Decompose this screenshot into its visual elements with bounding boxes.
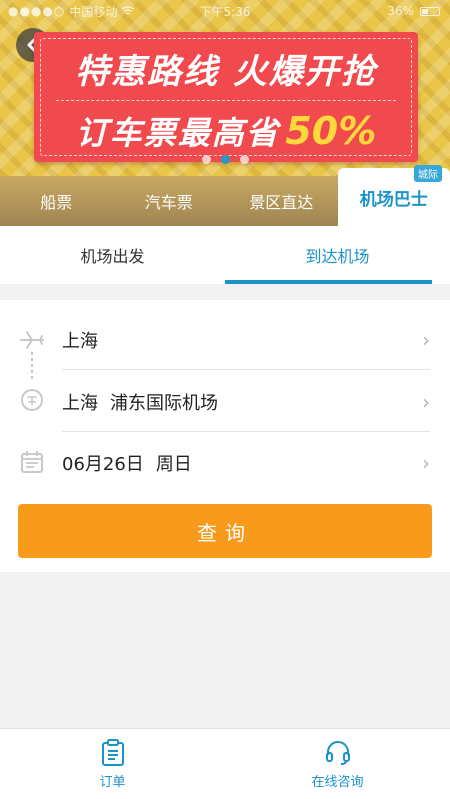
carrier-info: ●●●●○ 中国移动 (8, 3, 135, 20)
nav-consult[interactable]: 在线咨询 (225, 729, 450, 799)
pager-dot-active[interactable] (220, 155, 230, 164)
clock: 下午5:36 (199, 4, 251, 19)
origin-value: 上海 (62, 331, 98, 352)
divider (62, 369, 430, 370)
promo-percent: 50% (285, 109, 377, 153)
promo-card[interactable]: 特惠路线 火爆开抢 订车票最高省 50% (34, 32, 418, 162)
tab-label: 汽车票 (144, 193, 193, 212)
chevron-right-icon: › (422, 328, 430, 352)
destination-field[interactable]: 上海 浦东国际机场 › (62, 372, 430, 432)
nav-label: 在线咨询 (311, 774, 364, 790)
clipboard-icon (101, 738, 124, 766)
tab-label: 机场巴士 (359, 189, 428, 210)
promo-divider (56, 100, 396, 101)
nav-orders[interactable]: 订单 (0, 729, 225, 799)
tab-airport-bus[interactable]: 机场巴士 城际 (337, 165, 450, 226)
query-button[interactable]: 查询 (18, 504, 432, 558)
terminal-icon (21, 389, 43, 411)
direction-tabs: 机场出发 到达机场 (0, 226, 450, 284)
intercity-badge: 城际 (414, 165, 442, 182)
tab-label: 船票 (40, 193, 73, 212)
calendar-icon (21, 451, 43, 473)
tab-bus[interactable]: 汽车票 (113, 176, 226, 226)
date-field[interactable]: 06月26日 周日 › (62, 433, 430, 493)
chevron-right-icon: › (422, 390, 430, 414)
pager-dot[interactable] (201, 155, 211, 164)
destination-airport: 浦东国际机场 (110, 393, 218, 414)
wifi-icon (122, 6, 135, 15)
chevron-right-icon: › (422, 451, 430, 475)
tab-ship[interactable]: 船票 (0, 176, 113, 226)
origin-field[interactable]: 上海 › (62, 310, 430, 370)
tab-label: 机场出发 (80, 247, 145, 266)
pager-dot[interactable] (239, 155, 249, 164)
promo-subtitle-text: 订车票最高省 (75, 114, 280, 152)
bottom-nav: 订单 在线咨询 (0, 728, 450, 799)
promo-banner[interactable]: ●●●●○ 中国移动 下午5:36 36% 特惠路线 火爆开抢 订车票最高省 5… (0, 0, 450, 176)
battery-icon (420, 6, 440, 16)
date-value: 06月26日 (62, 454, 144, 475)
tab-depart-airport[interactable]: 机场出发 (0, 226, 225, 284)
tab-arrive-airport[interactable]: 到达机场 (225, 226, 450, 284)
category-tabs: 船票 汽车票 景区直达 机场巴士 城际 (0, 165, 450, 226)
destination-city: 上海 (62, 393, 98, 414)
battery-percent: 36% (387, 4, 414, 18)
headset-icon (325, 740, 350, 765)
tab-label: 到达机场 (305, 247, 370, 266)
plane-icon (20, 331, 44, 349)
status-right: 36% (387, 4, 440, 18)
nav-label: 订单 (99, 774, 126, 790)
divider (62, 431, 430, 432)
route-connector (31, 352, 33, 382)
promo-subtitle: 订车票最高省 50% (34, 108, 418, 154)
signal-icon: ●●●●○ (8, 4, 66, 18)
banner-pager (0, 155, 450, 164)
status-bar: ●●●●○ 中国移动 下午5:36 36% (0, 0, 450, 22)
promo-title: 特惠路线 火爆开抢 (75, 52, 377, 92)
weekday-value: 周日 (155, 454, 192, 475)
tab-scenic[interactable]: 景区直达 (225, 176, 338, 226)
carrier-name: 中国移动 (69, 4, 118, 19)
tab-label: 景区直达 (249, 193, 314, 212)
